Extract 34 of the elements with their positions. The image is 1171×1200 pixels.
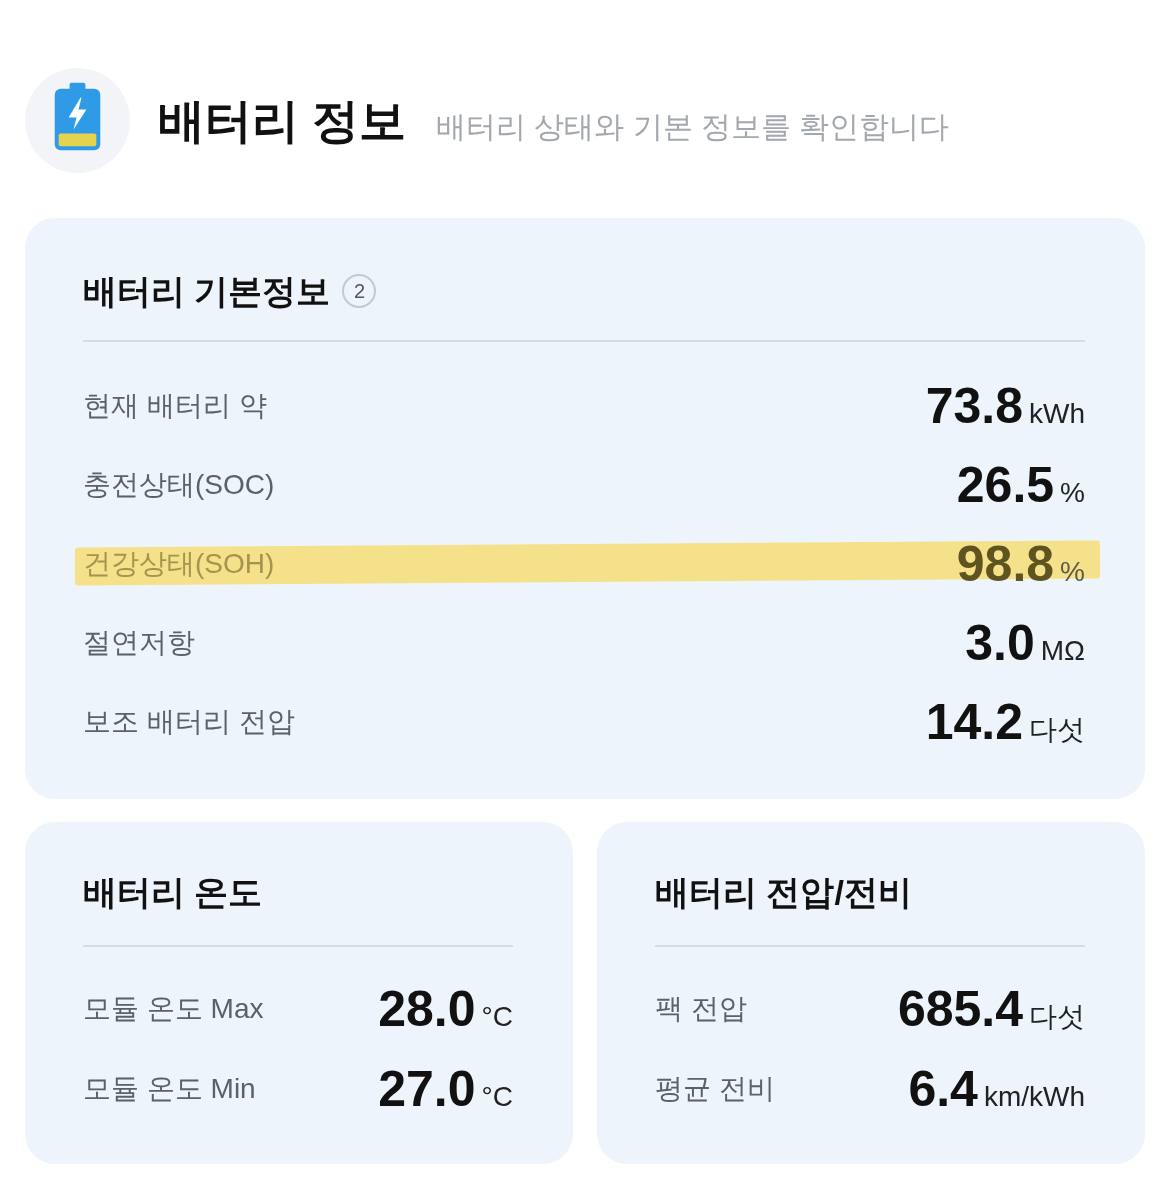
metric-value: 685.4	[897, 984, 1023, 1034]
metric-value: 27.0	[378, 1064, 476, 1114]
metric-value: 26.5	[956, 459, 1055, 510]
metric-unit: km/kWh	[983, 1083, 1085, 1111]
metric-unit: 다섯	[1029, 715, 1085, 744]
metric-unit: °C	[481, 1003, 513, 1031]
metric-value: 6.4	[908, 1064, 978, 1114]
metric-unit: %	[1060, 557, 1085, 586]
metric-value: 98.8	[956, 538, 1055, 589]
page-title: 배터리 정보	[158, 97, 407, 144]
metric-label: 현재 배터리 약	[83, 391, 267, 420]
number-badge: 2	[342, 274, 377, 308]
metric-value: 28.0	[378, 984, 476, 1034]
card-title: 배터리 기본정보	[83, 274, 331, 308]
metric-unit: kWh	[1029, 399, 1085, 428]
metric-label: 보조 배터리 전압	[83, 707, 295, 736]
metric-label: 평균 전비	[655, 1075, 775, 1103]
metric-label: 팩 전압	[655, 995, 747, 1023]
metric-value: 73.8	[925, 380, 1023, 431]
metric-label: 충전상태(SOC)	[83, 470, 275, 499]
battery-icon	[25, 68, 130, 173]
metric-unit: °C	[481, 1083, 513, 1111]
metric-label: 절연저항	[83, 628, 195, 657]
metric-label: 모듈 온도 Max	[83, 995, 264, 1023]
card-title: 배터리 온도	[83, 872, 264, 912]
metric-label: 모듈 온도 Min	[83, 1075, 256, 1103]
card-title: 배터리 전압/전비	[655, 872, 913, 912]
metric-value: 14.2	[925, 696, 1023, 747]
metric-unit: %	[1060, 478, 1085, 507]
metric-label: 건강상태(SOH)	[83, 549, 275, 578]
metric-unit: 다섯	[1029, 1003, 1085, 1031]
metric-value: 3.0	[965, 617, 1035, 668]
page-subtitle: 배터리 상태와 기본 정보를 확인합니다	[436, 112, 950, 142]
metric-unit: MΩ	[1040, 636, 1085, 665]
